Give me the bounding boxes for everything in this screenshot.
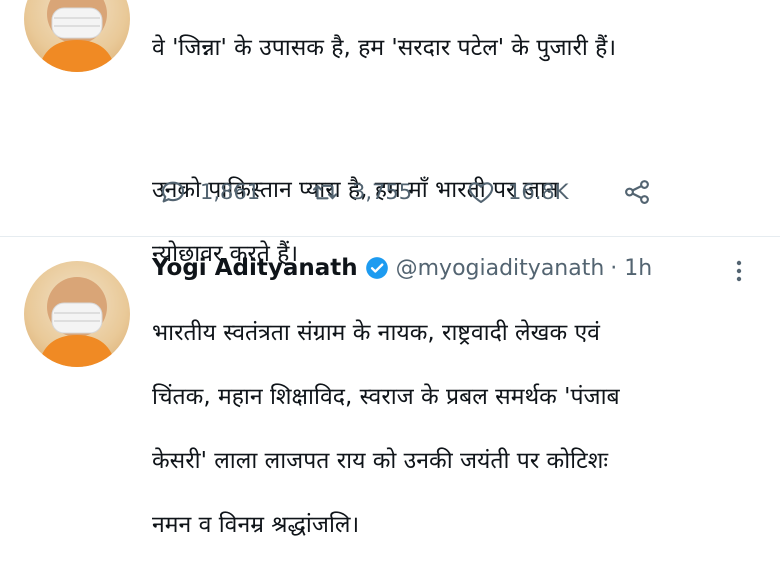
avatar[interactable] xyxy=(24,261,130,367)
retweet-count: 3,755 xyxy=(352,180,413,204)
tweet-line: वे 'जिन्ना' के उपासक है, हम 'सरदार पटेल'… xyxy=(152,35,617,61)
retweet-icon xyxy=(312,184,338,200)
tweet-1[interactable]: वे 'जिन्ना' के उपासक है, हम 'सरदार पटेल'… xyxy=(0,0,780,267)
more-icon[interactable] xyxy=(732,257,746,285)
retweet-button[interactable]: 3,755 xyxy=(310,172,412,212)
timestamp[interactable]: · 1h xyxy=(610,256,652,281)
author-handle[interactable]: @myogiadityanath xyxy=(396,256,605,281)
like-button[interactable]: 16.8K xyxy=(466,172,569,212)
reply-icon xyxy=(161,181,185,203)
author-name[interactable]: Yogi Adityanath xyxy=(152,255,358,281)
reply-count: 1,861 xyxy=(200,180,261,204)
tweet-line: केसरी' लाला लाजपत राय को उनकी जयंती पर क… xyxy=(152,448,608,474)
tweet-text: भारतीय स्वतंत्रता संग्राम के नायक, राष्ट… xyxy=(152,285,752,573)
tweet-line: चिंतक, महान शिक्षाविद, स्वराज के प्रबल स… xyxy=(152,384,620,410)
tweet-line xyxy=(152,96,752,128)
tweet-line: नमन व विनम्र श्रद्धांजलि। xyxy=(152,512,360,538)
share-button[interactable] xyxy=(622,172,664,212)
tweet-actions: 1,861 3,755 16.8K xyxy=(152,172,752,212)
avatar[interactable] xyxy=(24,0,130,72)
tweet-2[interactable]: Yogi Adityanath @myogiadityanath · 1h भा… xyxy=(0,236,780,538)
like-icon xyxy=(468,182,494,204)
verified-badge-icon xyxy=(365,257,388,279)
tweet-header: Yogi Adityanath @myogiadityanath · 1h xyxy=(152,251,762,285)
tweet-line: भारतीय स्वतंत्रता संग्राम के नायक, राष्ट… xyxy=(152,320,600,346)
reply-button[interactable]: 1,861 xyxy=(158,172,260,212)
share-icon xyxy=(625,180,649,204)
like-count: 16.8K xyxy=(508,180,569,204)
